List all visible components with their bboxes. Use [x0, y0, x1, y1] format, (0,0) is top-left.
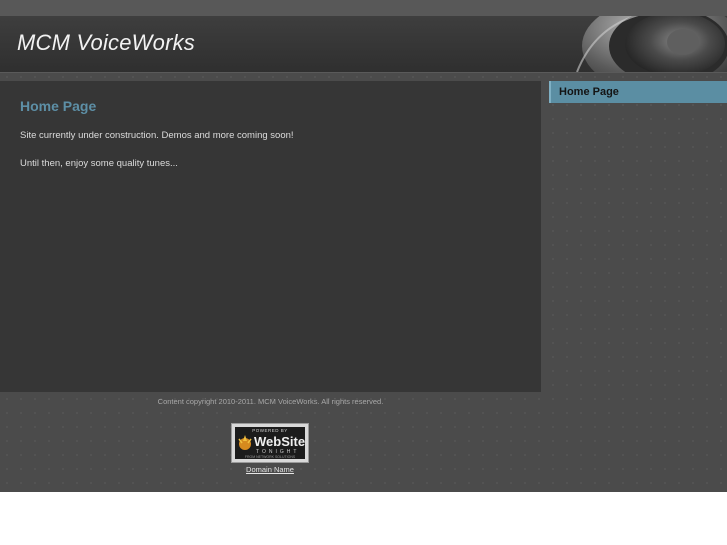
speaker-graphic — [576, 16, 727, 72]
main-content: Home Page Site currently under construct… — [0, 81, 541, 392]
sidebar-nav: Home Page — [549, 81, 727, 103]
top-strip — [0, 0, 727, 16]
copyright-text: Content copyright 2010-2011. MCM VoiceWo… — [157, 397, 384, 406]
badge-from: FROM NETWORK SOLUTIONS — [244, 455, 296, 459]
badge-brand: WebSite — [254, 434, 306, 449]
domain-name-link[interactable]: Domain Name — [231, 465, 309, 474]
sidebar-item-home-page[interactable]: Home Page — [549, 81, 727, 103]
badge-logo-icon — [238, 435, 252, 450]
powered-by-badge[interactable]: POWERED BY WebSite TONIGHT FROM NETWORK … — [231, 423, 309, 463]
intro-paragraph: Site currently under construction. Demos… — [20, 130, 294, 141]
badge-panel: POWERED BY WebSite TONIGHT FROM NETWORK … — [235, 427, 305, 459]
site-title: MCM VoiceWorks — [17, 30, 195, 55]
page-background: MCM VoiceWorks Home Page Site currently … — [0, 0, 727, 492]
tunes-paragraph: Until then, enjoy some quality tunes... — [20, 158, 178, 169]
page-title: Home Page — [20, 98, 97, 114]
site-header: MCM VoiceWorks — [0, 16, 727, 73]
